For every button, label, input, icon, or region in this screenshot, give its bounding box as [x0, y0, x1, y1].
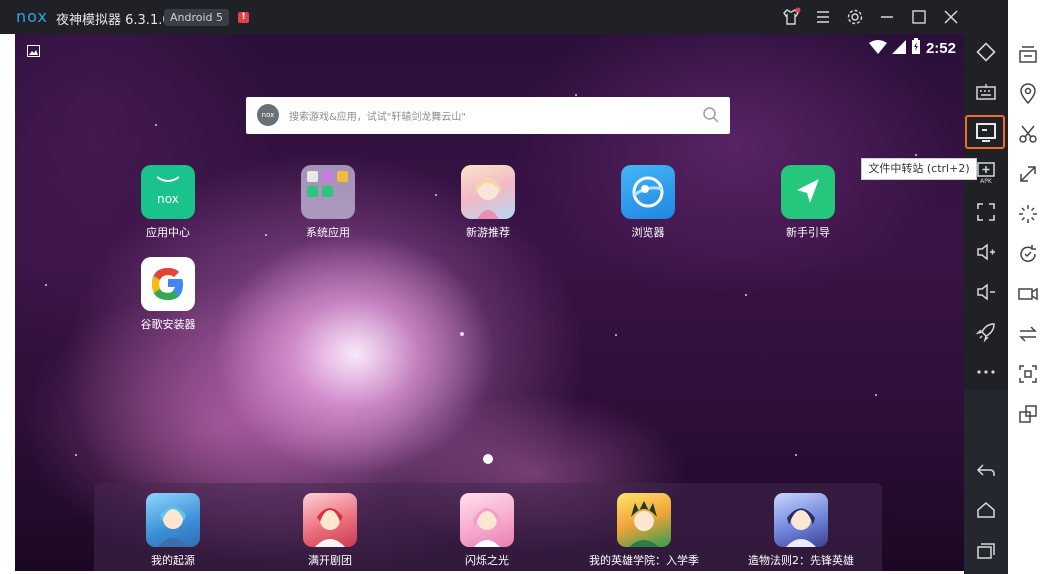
dock-app[interactable]: 闪烁之光 [422, 493, 552, 571]
status-bar: 2:52 [868, 38, 956, 58]
app-label: 新游推荐 [466, 226, 510, 239]
volume-down-icon[interactable] [974, 280, 998, 304]
dock-app[interactable]: 我的英雄学院：入学季 [579, 493, 709, 571]
dock-app[interactable]: 我的起源 [108, 493, 238, 571]
app-browser[interactable]: 浏览器 [598, 165, 698, 245]
rocket-cleanup-icon[interactable] [974, 320, 998, 344]
keyboard-icon[interactable] [974, 80, 998, 104]
nox-app-center-icon: nox [141, 165, 195, 219]
alert-badge[interactable]: ! [238, 12, 249, 23]
signal-icon [891, 39, 906, 58]
home-icon[interactable] [974, 498, 998, 522]
fullscreen-icon[interactable] [974, 200, 998, 224]
app-beginner-guide[interactable]: 新手引导 [758, 165, 858, 245]
close-icon[interactable] [940, 6, 962, 28]
search-bar[interactable]: nox 搜索游戏&应用，试试"轩辕剑龙舞云山" [246, 97, 730, 134]
android-version-badge: Android 5 [164, 9, 230, 26]
nox-emulator-window: nox 夜神模拟器 6.3.1.0 Android 5 ! 2:52 nox 搜… [0, 0, 1055, 574]
status-time: 2:52 [925, 39, 956, 57]
settings-gear-icon[interactable] [844, 6, 866, 28]
search-placeholder[interactable]: 搜索游戏&应用，试试"轩辕剑龙舞云山" [289, 108, 466, 123]
game-twinkle-light-icon [460, 493, 514, 547]
system-apps-folder-icon [301, 165, 355, 219]
resize-window-icon[interactable] [1016, 162, 1040, 186]
android-nav-strip [964, 390, 1008, 574]
app-system-folder[interactable]: 系统应用 [278, 165, 378, 245]
nox-logo: nox [16, 7, 48, 26]
battery-icon [911, 38, 921, 58]
install-apk-icon[interactable]: APK [974, 160, 998, 185]
dock-app-label: 满开剧团 [308, 554, 352, 567]
game-my-hero-academia-icon [617, 493, 671, 547]
file-transfer-button[interactable] [965, 115, 1005, 149]
app-nox-center[interactable]: nox 应用中心 [118, 165, 218, 245]
game-manga-troupe-icon [303, 493, 357, 547]
dock-app-label: 我的起源 [151, 554, 195, 567]
app-new-games[interactable]: 新游推荐 [438, 165, 538, 245]
app-dock: 我的起源 满开剧团 闪烁之光 我的英雄学院：入学季 造物法则2：先锋英雄 [94, 483, 882, 571]
app-label: 新手引导 [786, 226, 830, 239]
minimize-icon[interactable] [876, 6, 898, 28]
dock-app-label: 造物法则2：先锋英雄 [748, 554, 854, 567]
extended-toolbar [1008, 34, 1047, 574]
menu-icon[interactable] [812, 6, 834, 28]
svg-text:APK: APK [980, 178, 993, 184]
page-indicator-dot [483, 454, 493, 464]
location-pin-icon[interactable] [1016, 82, 1040, 106]
shake-icon[interactable] [1016, 202, 1040, 226]
google-installer-icon [141, 257, 195, 311]
back-icon[interactable] [974, 458, 998, 482]
android-screen[interactable]: 2:52 nox 搜索游戏&应用，试试"轩辕剑龙舞云山" nox 应用中心 系统… [15, 34, 964, 571]
svg-text:nox: nox [157, 192, 179, 206]
dock-app[interactable]: 造物法则2：先锋英雄 [736, 493, 866, 571]
game-law-of-creation-icon [774, 493, 828, 547]
dock-app-label: 我的英雄学院：入学季 [589, 554, 699, 567]
multi-instance-icon[interactable] [1016, 42, 1040, 66]
app-label: 系统应用 [306, 226, 350, 239]
video-record-icon[interactable] [1016, 282, 1040, 306]
recent-apps-icon[interactable] [974, 538, 998, 562]
title-bar: nox 夜神模拟器 6.3.1.0 Android 5 ! [0, 0, 1008, 34]
skin-shirt-icon[interactable] [780, 6, 802, 28]
app-title: 夜神模拟器 6.3.1.0 [56, 13, 171, 28]
dock-app[interactable]: 满开剧团 [265, 493, 395, 571]
volume-up-icon[interactable] [974, 240, 998, 264]
game-origin-icon [146, 493, 200, 547]
gallery-notification-icon [27, 42, 40, 57]
macro-script-icon[interactable] [1016, 242, 1040, 266]
more-options-icon[interactable] [974, 360, 998, 384]
nox-search-logo: nox [257, 104, 279, 126]
screenshot-capture-icon[interactable] [1016, 362, 1040, 386]
app-label: 应用中心 [146, 226, 190, 239]
app-label: 浏览器 [631, 226, 665, 239]
rotate-screen-icon[interactable] [974, 40, 998, 64]
guide-icon [781, 165, 835, 219]
sync-operations-icon[interactable] [1016, 322, 1040, 346]
maximize-icon[interactable] [908, 6, 930, 28]
browser-icon [621, 165, 675, 219]
file-transfer-tooltip: 文件中转站 (ctrl+2) [861, 158, 977, 180]
screenshot-scissors-icon[interactable] [1016, 122, 1040, 146]
multi-window-icon[interactable] [1016, 402, 1040, 426]
new-game-icon [461, 165, 515, 219]
search-icon[interactable] [702, 106, 720, 124]
dock-app-label: 闪烁之光 [465, 554, 509, 567]
app-google-installer[interactable]: 谷歌安装器 [118, 257, 218, 337]
wifi-icon [868, 39, 887, 58]
app-label: 谷歌安装器 [140, 318, 196, 331]
